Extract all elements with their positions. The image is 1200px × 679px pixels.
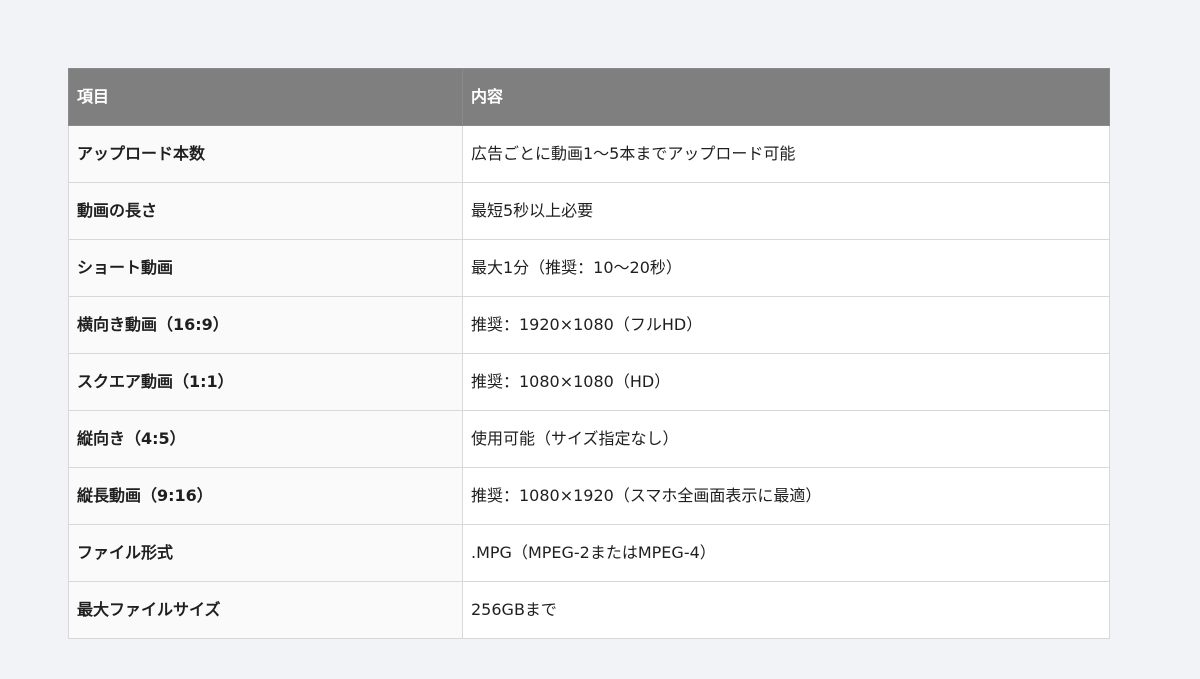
row-value: 広告ごとに動画1〜5本までアップロード可能 [462, 125, 1110, 183]
row-value: 256GBまで [462, 581, 1110, 639]
table-header-row: 項目 内容 [68, 68, 1110, 126]
header-item: 項目 [68, 68, 463, 126]
spec-table-container: 項目 内容 アップロード本数 広告ごとに動画1〜5本までアップロード可能 動画の… [68, 68, 1110, 639]
row-key: 縦長動画（9:16） [68, 467, 463, 525]
row-value: 最大1分（推奨：10〜20秒） [462, 239, 1110, 297]
table-row: ショート動画 最大1分（推奨：10〜20秒） [68, 239, 1110, 297]
row-key: ファイル形式 [68, 524, 463, 582]
row-key: 動画の長さ [68, 182, 463, 240]
row-value: 最短5秒以上必要 [462, 182, 1110, 240]
video-spec-table: 項目 内容 アップロード本数 広告ごとに動画1〜5本までアップロード可能 動画の… [68, 68, 1110, 639]
row-value: .MPG（MPEG-2またはMPEG-4） [462, 524, 1110, 582]
table-row: 縦長動画（9:16） 推奨：1080×1920（スマホ全画面表示に最適） [68, 467, 1110, 525]
row-key: 最大ファイルサイズ [68, 581, 463, 639]
row-key: ショート動画 [68, 239, 463, 297]
row-value: 使用可能（サイズ指定なし） [462, 410, 1110, 468]
row-key: 縦向き（4:5） [68, 410, 463, 468]
row-key: 横向き動画（16:9） [68, 296, 463, 354]
table-row: アップロード本数 広告ごとに動画1〜5本までアップロード可能 [68, 125, 1110, 183]
row-value: 推奨：1920×1080（フルHD） [462, 296, 1110, 354]
table-row: スクエア動画（1:1） 推奨：1080×1080（HD） [68, 353, 1110, 411]
table-row: 縦向き（4:5） 使用可能（サイズ指定なし） [68, 410, 1110, 468]
row-key: スクエア動画（1:1） [68, 353, 463, 411]
table-row: 最大ファイルサイズ 256GBまで [68, 581, 1110, 639]
row-key: アップロード本数 [68, 125, 463, 183]
table-row: 横向き動画（16:9） 推奨：1920×1080（フルHD） [68, 296, 1110, 354]
table-row: ファイル形式 .MPG（MPEG-2またはMPEG-4） [68, 524, 1110, 582]
row-value: 推奨：1080×1080（HD） [462, 353, 1110, 411]
row-value: 推奨：1080×1920（スマホ全画面表示に最適） [462, 467, 1110, 525]
table-row: 動画の長さ 最短5秒以上必要 [68, 182, 1110, 240]
header-content: 内容 [462, 68, 1110, 126]
